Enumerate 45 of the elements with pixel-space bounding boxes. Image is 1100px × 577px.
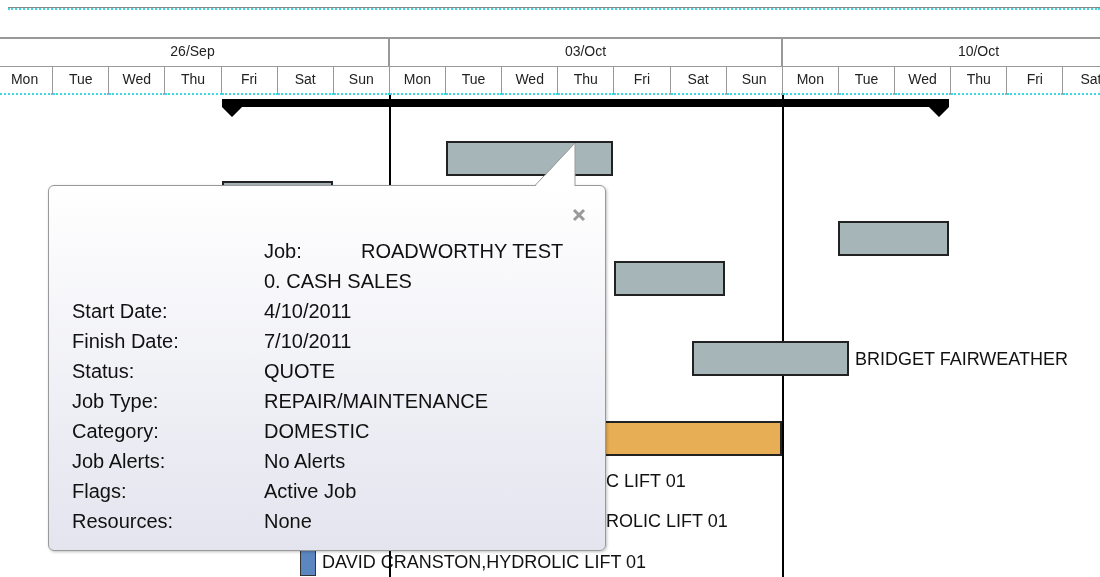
field-value: None [264, 509, 312, 534]
day-label: Mon [0, 67, 54, 95]
field-label: Resources: [72, 509, 175, 534]
day-label: Fri [614, 67, 671, 95]
field-value: ROADWORTHY TEST [361, 239, 564, 264]
day-label: Wed [109, 67, 166, 95]
day-label: Sat [277, 67, 334, 95]
day-label: Sun [333, 67, 390, 95]
field-value: 7/10/2011 [264, 329, 352, 354]
field-label: Flags: [72, 479, 128, 504]
field-label: Job: [264, 239, 303, 264]
bar-label: C LIFT 01 [606, 470, 686, 492]
day-label: Thu [951, 67, 1008, 95]
day-label: Tue [53, 67, 110, 95]
field-label: Start Date: [72, 299, 169, 324]
field-value: REPAIR/MAINTENANCE [264, 389, 489, 414]
day-label: Thu [165, 67, 222, 95]
day-label: Thu [558, 67, 615, 95]
week-label: 03/Oct [390, 39, 783, 66]
field-value: DOMESTIC [264, 419, 370, 444]
bar-label: ROLIC LIFT 01 [606, 510, 728, 532]
day-label: Fri [1007, 67, 1064, 95]
day-label: Mon [389, 67, 446, 95]
day-label: Sun [726, 67, 783, 95]
day-label: Tue [838, 67, 895, 95]
field-label: Job Alerts: [72, 449, 167, 474]
field-label: Job Type: [72, 389, 160, 414]
field-label: Category: [72, 419, 160, 444]
close-icon[interactable] [572, 208, 586, 222]
field-label: Status: [72, 359, 136, 384]
field-value: 0. CASH SALES [264, 269, 412, 294]
day-label: Fri [221, 67, 278, 95]
day-label: Sat [670, 67, 727, 95]
field-value: QUOTE [264, 359, 336, 384]
bar-label: BRIDGET FAIRWEATHER [855, 347, 1069, 370]
field-value: 4/10/2011 [264, 299, 352, 324]
week-label: 10/Oct [783, 39, 1100, 66]
day-label: Wed [895, 67, 952, 95]
day-label: Mon [782, 67, 839, 95]
field-value: Active Job [264, 479, 357, 504]
day-label: Wed [502, 67, 559, 95]
day-label: Tue [446, 67, 503, 95]
week-label: 26/Sep [0, 39, 390, 66]
field-value: No Alerts [264, 449, 346, 474]
field-label: Finish Date: [72, 329, 180, 354]
